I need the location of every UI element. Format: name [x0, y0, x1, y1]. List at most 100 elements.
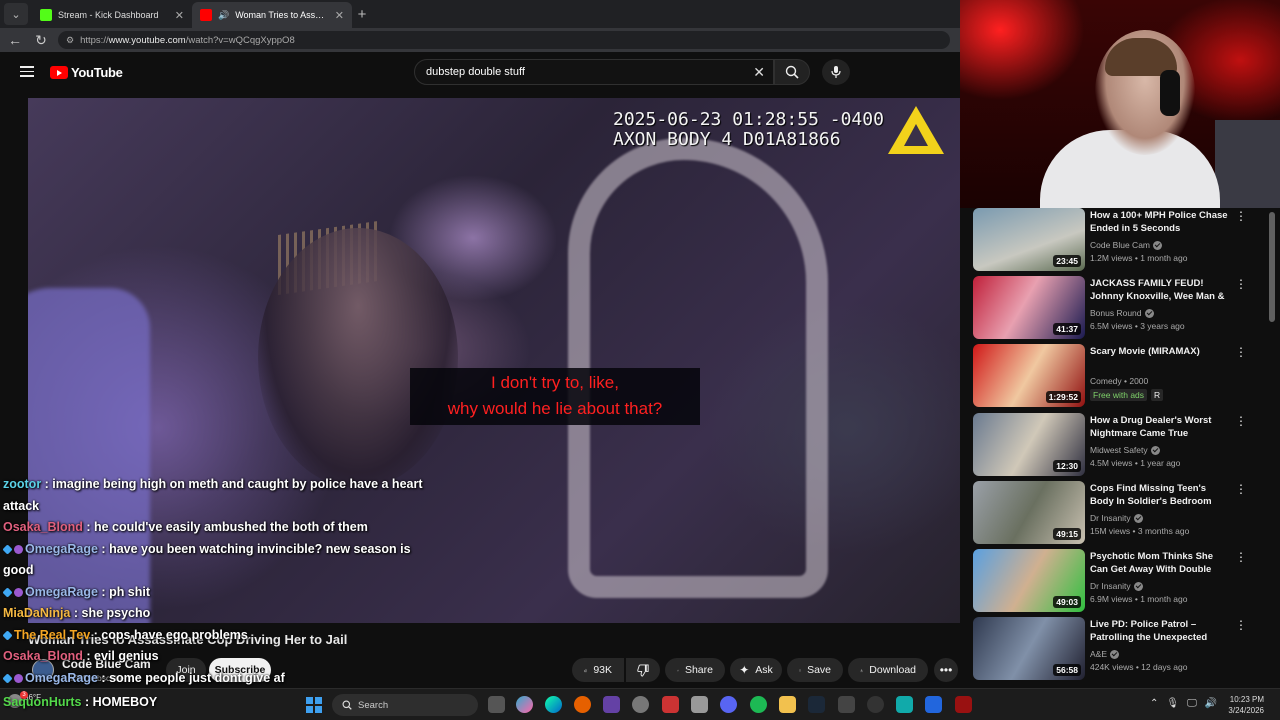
app-icon[interactable]: [867, 696, 884, 713]
more-vertical-icon[interactable]: ⋮: [1235, 278, 1247, 290]
discord-icon[interactable]: [720, 696, 737, 713]
like-button[interactable]: 93K: [572, 658, 624, 682]
recommendation-channel[interactable]: Dr Insanity: [1090, 581, 1143, 591]
share-button[interactable]: Share: [665, 658, 725, 682]
app-icon[interactable]: [603, 696, 620, 713]
chat-username[interactable]: SaquonHurts: [3, 695, 81, 709]
reload-icon[interactable]: ↻: [32, 32, 50, 49]
webcam-background-object: [1215, 120, 1280, 208]
caption-line: why would he lie about that?: [447, 399, 663, 418]
recommendation-channel[interactable]: A&E: [1090, 649, 1120, 659]
more-vertical-icon[interactable]: ⋮: [1235, 551, 1247, 563]
steam-icon[interactable]: [808, 696, 825, 713]
recommendation-card[interactable]: 23:45 How a 100+ MPH Police Chase Ended i…: [973, 208, 1273, 272]
clock-time: 10:23 PM: [1229, 695, 1264, 704]
copilot-icon[interactable]: [516, 696, 533, 713]
back-arrow-icon[interactable]: ←: [6, 32, 24, 48]
recommendation-title[interactable]: JACKASS FAMILY FEUD! Johnny Knoxville, W…: [1090, 277, 1230, 303]
tab-youtube-video[interactable]: 🔊 Woman Tries to Assassinate C ✕: [192, 2, 352, 28]
more-vertical-icon[interactable]: ⋮: [1235, 210, 1247, 222]
chat-username[interactable]: The Real Tev: [14, 628, 90, 642]
chat-username[interactable]: OmegaRage: [25, 585, 98, 599]
clear-search-icon[interactable]: ✕: [753, 64, 765, 81]
more-vertical-icon[interactable]: ⋮: [1235, 415, 1247, 427]
tab-title: Woman Tries to Assassinate C: [235, 10, 329, 20]
more-actions-button[interactable]: •••: [934, 658, 958, 682]
youtube-logo[interactable]: YouTube: [50, 65, 123, 80]
save-button[interactable]: Save: [787, 658, 843, 682]
recommendation-title[interactable]: Live PD: Police Patrol – Patrolling the …: [1090, 618, 1230, 644]
recommendation-title[interactable]: Psychotic Mom Thinks She Can Get Away Wi…: [1090, 550, 1230, 576]
bookmark-icon: [799, 669, 801, 672]
voice-search-button[interactable]: [822, 59, 850, 85]
chat-username[interactable]: Osaka_Blond: [3, 520, 83, 534]
clock[interactable]: 10:23 PM 3/24/2026: [1228, 694, 1264, 716]
search-icon: [342, 700, 352, 710]
music-icon[interactable]: [691, 696, 708, 713]
thumbs-up-icon: [584, 668, 588, 672]
file-explorer-icon[interactable]: [779, 696, 796, 713]
recommendation-channel[interactable]: Midwest Safety: [1090, 445, 1160, 455]
ask-button[interactable]: ✦ Ask: [730, 658, 782, 682]
task-view-icon[interactable]: [488, 696, 505, 713]
search-button[interactable]: [774, 59, 810, 85]
close-tab-icon[interactable]: ✕: [335, 9, 344, 22]
chat-text: evil genius: [94, 649, 159, 663]
recommendation-channel[interactable]: Bonus Round: [1090, 308, 1154, 318]
start-button[interactable]: [306, 697, 322, 713]
recommendation-card[interactable]: 1:29:52 Scary Movie (MIRAMAX) Comedy • 200…: [973, 344, 1273, 408]
chat-username[interactable]: OmegaRage: [25, 671, 98, 685]
firefox-icon[interactable]: [574, 696, 591, 713]
fx-icon[interactable]: [925, 696, 942, 713]
youtube-logo-text: YouTube: [71, 65, 123, 80]
video-thumbnail[interactable]: 56:58: [973, 617, 1085, 680]
video-thumbnail[interactable]: 41:37: [973, 276, 1085, 339]
video-thumbnail[interactable]: 49:15: [973, 481, 1085, 544]
recommendation-card[interactable]: 49:15 Cops Find Missing Teen's Body In So…: [973, 481, 1273, 545]
recommendation-title[interactable]: How a 100+ MPH Police Chase Ended in 5 S…: [1090, 209, 1230, 235]
video-thumbnail[interactable]: 12:30: [973, 413, 1085, 476]
app-red-icon[interactable]: [662, 696, 679, 713]
app-icon[interactable]: [838, 696, 855, 713]
site-info-icon[interactable]: ⚙: [66, 35, 74, 46]
app-icon[interactable]: [896, 696, 913, 713]
video-thumbnail[interactable]: 1:29:52: [973, 344, 1085, 407]
search-input[interactable]: dubstep double stuff ✕: [414, 59, 774, 85]
more-vertical-icon[interactable]: ⋮: [1235, 346, 1247, 358]
system-tray-icons[interactable]: ⌃🎙🖵🔊: [1150, 698, 1225, 709]
spotify-icon[interactable]: [750, 696, 767, 713]
chat-username[interactable]: Osaka_Blond: [3, 649, 83, 663]
chat-username[interactable]: zootor: [3, 477, 41, 491]
chat-message: Osaka_Blond : he could've easily ambushe…: [3, 517, 433, 539]
recommendation-title[interactable]: Scary Movie (MIRAMAX): [1090, 345, 1230, 358]
recommendation-title[interactable]: Cops Find Missing Teen's Body In Soldier…: [1090, 482, 1230, 508]
url-field[interactable]: ⚙ https://www.youtube.com/watch?v=wQCqgX…: [58, 31, 950, 49]
video-thumbnail[interactable]: 49:03: [973, 549, 1085, 612]
recommendation-card[interactable]: 12:30 How a Drug Dealer's Worst Nightmare…: [973, 413, 1273, 477]
more-vertical-icon[interactable]: ⋮: [1235, 483, 1247, 495]
edge-icon[interactable]: [545, 696, 562, 713]
recommendation-card[interactable]: 49:03 Psychotic Mom Thinks She Can Get Aw…: [973, 549, 1273, 613]
download-button[interactable]: Download: [848, 658, 928, 682]
recommendation-title[interactable]: How a Drug Dealer's Worst Nightmare Came…: [1090, 414, 1230, 440]
share-label: Share: [684, 664, 713, 676]
chat-username[interactable]: MiaDaNinja: [3, 606, 70, 620]
obs-icon[interactable]: [632, 696, 649, 713]
speaker-icon[interactable]: 🔊: [218, 10, 229, 21]
close-tab-icon[interactable]: ✕: [175, 9, 184, 22]
recommendation-card[interactable]: 41:37 JACKASS FAMILY FEUD! Johnny Knoxvil…: [973, 276, 1273, 340]
tab-kick-dashboard[interactable]: Stream - Kick Dashboard ✕: [32, 2, 192, 28]
chat-username[interactable]: OmegaRage: [25, 542, 98, 556]
tab-list-button[interactable]: ⌄: [4, 3, 28, 25]
recommendation-channel[interactable]: Comedy • 2000: [1090, 376, 1148, 386]
app-icon[interactable]: [955, 696, 972, 713]
dislike-button[interactable]: [626, 658, 660, 682]
hamburger-menu-icon[interactable]: [20, 66, 34, 77]
video-thumbnail[interactable]: 23:45: [973, 208, 1085, 271]
recommendation-card[interactable]: 56:58 Live PD: Police Patrol – Patrolling…: [973, 617, 1273, 681]
more-vertical-icon[interactable]: ⋮: [1235, 619, 1247, 631]
taskbar-search[interactable]: Search: [332, 694, 478, 716]
new-tab-button[interactable]: +: [352, 6, 372, 23]
recommendation-channel[interactable]: Dr Insanity: [1090, 513, 1143, 523]
recommendation-channel[interactable]: Code Blue Cam: [1090, 240, 1163, 250]
